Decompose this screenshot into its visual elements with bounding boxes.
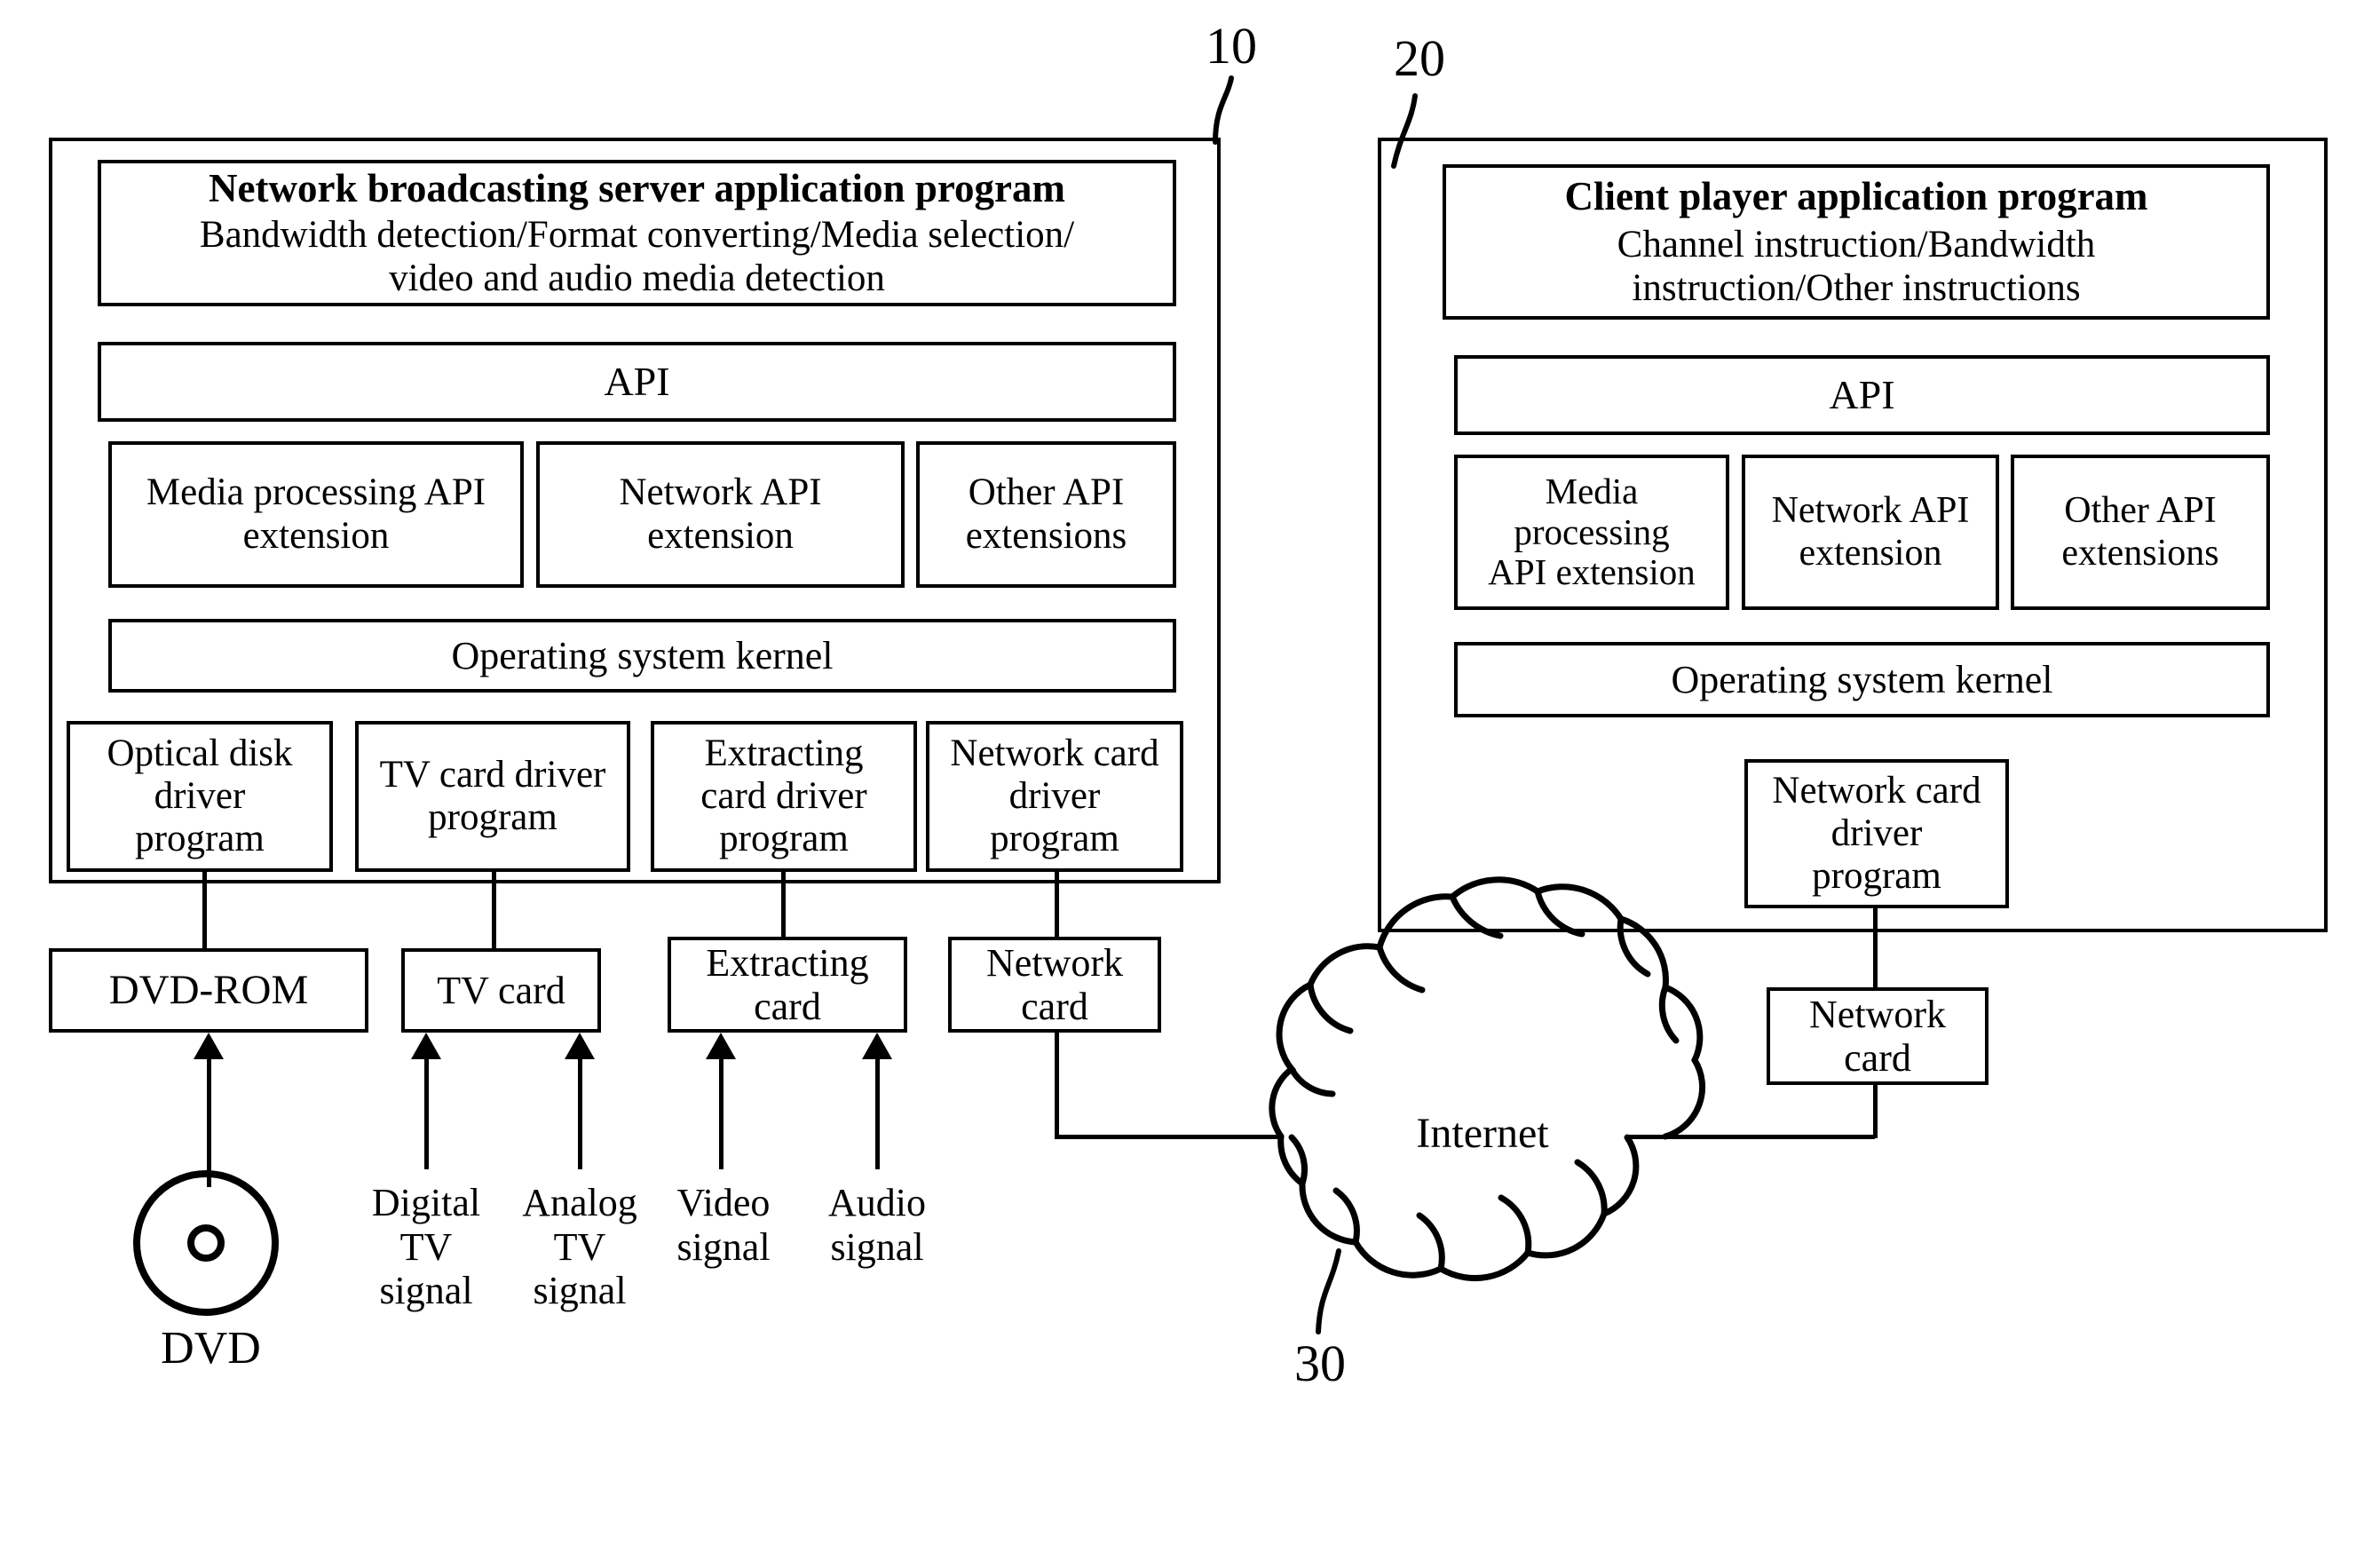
server-driver-tv-card-label: TV card driver program	[379, 753, 606, 838]
server-driver-optical-disk-label: Optical disk driver program	[107, 732, 293, 860]
client-application-title: Client player application program	[1564, 174, 2148, 219]
server-driver-optical-disk: Optical disk driver program	[67, 721, 333, 872]
client-application-subtitle: Channel instruction/Bandwidth instructio…	[1617, 223, 2096, 309]
server-driver-network-card-label: Network card driver program	[950, 732, 1159, 860]
server-api-extension-media: Media processing API extension	[108, 441, 524, 588]
client-driver-network-card-label: Network card driver program	[1772, 769, 1981, 898]
client-kernel-label: Operating system kernel	[1671, 657, 2053, 701]
server-api-extension-other-label: Other API extensions	[965, 471, 1127, 557]
arrowline-analog-tv-signal	[578, 1058, 582, 1169]
arrow-analog-tv-signal	[565, 1033, 595, 1059]
input-digital-tv-signal-label: Digital TV signal	[371, 1181, 481, 1313]
internet-cloud-label: Internet	[1416, 1110, 1549, 1157]
server-hardware-networkcard: Network card	[948, 937, 1161, 1033]
server-api-extension-network-label: Network API extension	[619, 471, 822, 557]
server-api-extension-other: Other API extensions	[916, 441, 1176, 588]
link-server-netcard-down	[1055, 1033, 1059, 1139]
dvd-disc-icon	[133, 1170, 279, 1316]
reference-number-network: 30	[1294, 1334, 1346, 1392]
server-api-extension-network: Network API extension	[536, 441, 905, 588]
server-driver-extracting-card: Extracting card driver program	[651, 721, 917, 872]
client-kernel-box: Operating system kernel	[1454, 642, 2270, 717]
client-api-extension-network-label: Network API extension	[1771, 490, 1970, 574]
arrowline-dvd-to-dvdrom	[207, 1058, 211, 1187]
link-cloud-to-client	[1626, 1135, 1875, 1139]
server-application-box: Network broadcasting server application …	[98, 160, 1176, 306]
server-hardware-networkcard-label: Network card	[986, 940, 1123, 1028]
dvd-disc-label: DVD	[161, 1323, 261, 1374]
input-video-signal-label: Video signal	[676, 1181, 771, 1269]
client-hardware-networkcard-label: Network card	[1809, 992, 1946, 1080]
server-driver-extracting-card-label: Extracting card driver program	[700, 732, 867, 860]
client-api-extension-media-label: Media processing API extension	[1488, 470, 1696, 593]
client-api-extension-media: Media processing API extension	[1454, 455, 1729, 610]
server-kernel-label: Operating system kernel	[451, 633, 834, 677]
server-hardware-dvdrom: DVD-ROM	[49, 948, 368, 1033]
client-api-label: API	[1829, 372, 1895, 418]
arrow-digital-tv-signal	[411, 1033, 441, 1059]
reference-number-server: 10	[1206, 17, 1257, 75]
arrow-dvd-to-dvdrom	[194, 1033, 224, 1059]
connector-tvdriver-to-tvcard	[492, 870, 496, 950]
server-hardware-tvcard: TV card	[401, 948, 601, 1033]
arrow-video-signal	[706, 1033, 736, 1059]
client-api-box: API	[1454, 355, 2270, 435]
server-application-subtitle: Bandwidth detection/Format converting/Me…	[199, 213, 1075, 299]
arrowline-video-signal	[719, 1058, 723, 1169]
diagram-canvas: Network broadcasting server application …	[0, 0, 2380, 1552]
client-hardware-networkcard: Network card	[1767, 987, 1989, 1085]
arrowline-audio-signal	[875, 1058, 880, 1169]
client-api-extension-network: Network API extension	[1742, 455, 1999, 610]
server-application-title: Network broadcasting server application …	[209, 166, 1065, 211]
reference-leader-10	[1213, 75, 1234, 145]
link-client-netcard-up	[1873, 1085, 1878, 1138]
connector-client-netdriver-to-netcard	[1873, 907, 1878, 995]
server-api-label: API	[604, 359, 670, 405]
input-audio-signal-label: Audio signal	[828, 1181, 926, 1269]
server-hardware-extracting-card-label: Extracting card	[706, 940, 869, 1028]
reference-leader-30	[1316, 1248, 1341, 1334]
arrowline-digital-tv-signal	[424, 1058, 429, 1169]
server-driver-network-card: Network card driver program	[926, 721, 1183, 872]
internet-cloud-icon	[1269, 876, 1706, 1281]
client-api-extension-other-label: Other API extensions	[2061, 490, 2219, 574]
client-driver-network-card: Network card driver program	[1744, 759, 2009, 908]
server-kernel-box: Operating system kernel	[108, 619, 1176, 693]
client-application-box: Client player application program Channe…	[1443, 164, 2270, 320]
reference-number-client: 20	[1394, 29, 1445, 87]
server-driver-tv-card: TV card driver program	[355, 721, 630, 872]
input-analog-tv-signal-label: Analog TV signal	[522, 1181, 637, 1313]
server-hardware-tvcard-label: TV card	[437, 968, 565, 1012]
link-server-netcard-to-cloud	[1055, 1135, 1281, 1139]
connector-optical-to-dvdrom	[202, 870, 207, 950]
arrow-audio-signal	[862, 1033, 892, 1059]
server-api-extension-media-label: Media processing API extension	[146, 471, 486, 557]
server-hardware-extracting-card: Extracting card	[668, 937, 907, 1033]
server-hardware-dvdrom-label: DVD-ROM	[108, 967, 309, 1014]
client-api-extension-other: Other API extensions	[2011, 455, 2270, 610]
server-api-box: API	[98, 342, 1176, 422]
